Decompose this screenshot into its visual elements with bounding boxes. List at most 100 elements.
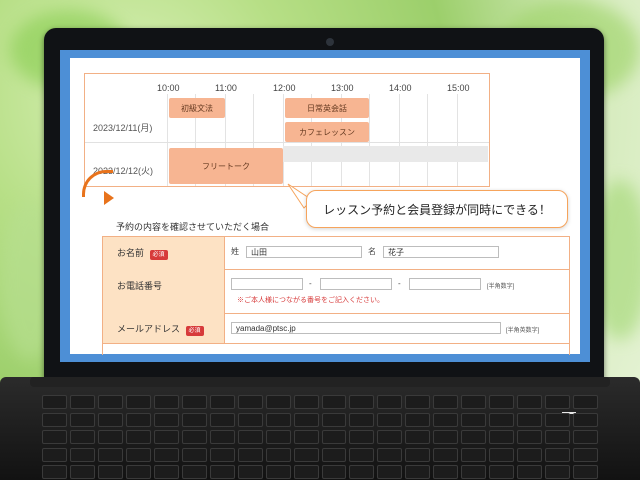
grid-line bbox=[457, 94, 458, 186]
keyboard-key bbox=[321, 395, 347, 409]
grid-line bbox=[399, 94, 400, 186]
email-row: メールアドレス 必須 yamada@ptsc.jp [半角英数字] bbox=[103, 313, 569, 344]
keyboard-key bbox=[69, 395, 95, 409]
keyboard-key bbox=[265, 412, 291, 427]
keyboard-key bbox=[265, 447, 291, 462]
keyboard-key bbox=[405, 465, 431, 480]
name-label-cell: お名前 必須 bbox=[103, 237, 225, 269]
keyboard-key bbox=[545, 395, 571, 409]
keyboard-key bbox=[545, 430, 571, 445]
first-name-input[interactable]: 花子 bbox=[383, 246, 499, 258]
keyboard-key bbox=[209, 412, 235, 427]
email-hint: [半角英数字] bbox=[506, 328, 540, 334]
keyboard-key bbox=[517, 465, 543, 480]
keyboard-key bbox=[405, 412, 431, 427]
keyboard-key bbox=[237, 395, 263, 409]
keyboard-key bbox=[125, 412, 151, 427]
email-input[interactable]: yamada@ptsc.jp bbox=[231, 322, 501, 334]
phone-input-2[interactable] bbox=[320, 278, 392, 290]
email-label: メールアドレス 必須 bbox=[117, 322, 204, 336]
keyboard-key bbox=[69, 447, 95, 462]
keyboard-key bbox=[377, 430, 403, 445]
keyboard-key bbox=[97, 430, 123, 445]
keyboard-key bbox=[153, 395, 179, 409]
time-label: 12:00 bbox=[273, 83, 296, 93]
keyboard-key bbox=[181, 412, 207, 427]
keyboard-key bbox=[433, 465, 459, 480]
keyboard-key bbox=[209, 430, 235, 445]
email-label-text: メールアドレス bbox=[117, 324, 181, 334]
keyboard-key bbox=[97, 412, 123, 427]
unavailable-block bbox=[283, 146, 488, 162]
arrow-head-icon bbox=[104, 191, 114, 205]
keyboard-key bbox=[461, 412, 487, 427]
keyboard-key bbox=[489, 395, 515, 409]
keyboard-key bbox=[153, 412, 179, 427]
phone-input-1[interactable] bbox=[231, 278, 303, 290]
keyboard-key bbox=[461, 447, 487, 462]
phone-label: お電話番号 bbox=[117, 281, 163, 291]
lesson-slot[interactable]: 日常英会話 bbox=[285, 98, 369, 118]
keyboard-key bbox=[97, 395, 123, 409]
keyboard-key bbox=[153, 430, 179, 445]
webcam bbox=[326, 38, 334, 46]
keyboard-key bbox=[209, 395, 235, 409]
keyboard-key bbox=[517, 447, 543, 462]
required-badge: 必須 bbox=[149, 250, 168, 260]
registration-form: お名前 必須 姓 山田 名 花子 お電話番号 - - [半角数字] ※ご本人様に… bbox=[102, 236, 570, 355]
keyboard-key bbox=[69, 412, 95, 427]
phone-separator: - bbox=[309, 279, 312, 288]
time-label: 10:00 bbox=[157, 83, 180, 93]
keyboard-key bbox=[573, 430, 598, 445]
keyboard-key bbox=[321, 412, 347, 427]
keyboard-key bbox=[125, 430, 151, 445]
last-name-label: 姓 bbox=[231, 247, 239, 256]
keyboard-key bbox=[69, 430, 95, 445]
keyboard-key bbox=[349, 395, 375, 409]
keyboard-key bbox=[237, 465, 263, 480]
keyboard-key bbox=[489, 465, 515, 480]
keyboard-key bbox=[209, 465, 235, 480]
keyboard-key bbox=[433, 412, 459, 427]
keyboard-key bbox=[377, 447, 403, 462]
time-label: 13:00 bbox=[331, 83, 354, 93]
grid-line bbox=[427, 94, 428, 186]
name-row: お名前 必須 姓 山田 名 花子 bbox=[103, 237, 569, 270]
keyboard-key bbox=[573, 412, 598, 427]
grid-line bbox=[369, 94, 370, 186]
keyboard-key bbox=[489, 412, 515, 427]
row-divider bbox=[85, 142, 489, 143]
keyboard-key bbox=[573, 395, 598, 409]
last-name-input[interactable]: 山田 bbox=[246, 246, 362, 258]
keyboard-key bbox=[42, 395, 67, 409]
lesson-slot[interactable]: カフェレッスン bbox=[285, 122, 369, 142]
keyboard-key bbox=[153, 447, 179, 462]
date-label: 2023/12/11(月) bbox=[93, 123, 153, 133]
keyboard-key bbox=[125, 447, 151, 462]
keyboard-key bbox=[321, 465, 347, 480]
lesson-slot[interactable]: フリートーク bbox=[169, 148, 283, 184]
keyboard-key bbox=[181, 447, 207, 462]
keyboard-key bbox=[321, 447, 347, 462]
time-label: 11:00 bbox=[215, 83, 237, 93]
required-badge: 必須 bbox=[185, 326, 204, 336]
keyboard-key bbox=[265, 430, 291, 445]
form-intro: 予約の内容を確認させていただく場合 bbox=[116, 222, 270, 232]
keyboard-key bbox=[42, 465, 67, 480]
name-label-text: お名前 bbox=[117, 248, 145, 258]
name-label: お名前 必須 bbox=[117, 246, 168, 260]
phone-row: お電話番号 - - [半角数字] ※ご本人様につながる番号をご記入ください。 bbox=[103, 269, 569, 314]
keyboard-key bbox=[377, 395, 403, 409]
keyboard-key bbox=[237, 447, 263, 462]
lesson-slot[interactable]: 初級文法 bbox=[169, 98, 225, 118]
keyboard-key bbox=[461, 430, 487, 445]
phone-input-3[interactable] bbox=[409, 278, 481, 290]
keyboard-key bbox=[321, 430, 347, 445]
keyboard-key bbox=[125, 395, 151, 409]
keyboard-key bbox=[265, 465, 291, 480]
keyboard-key bbox=[293, 465, 319, 480]
keyboard-key bbox=[181, 430, 207, 445]
keyboard-key bbox=[293, 395, 319, 409]
phone-label-cell: お電話番号 bbox=[103, 269, 225, 313]
keyboard-key bbox=[153, 465, 179, 480]
